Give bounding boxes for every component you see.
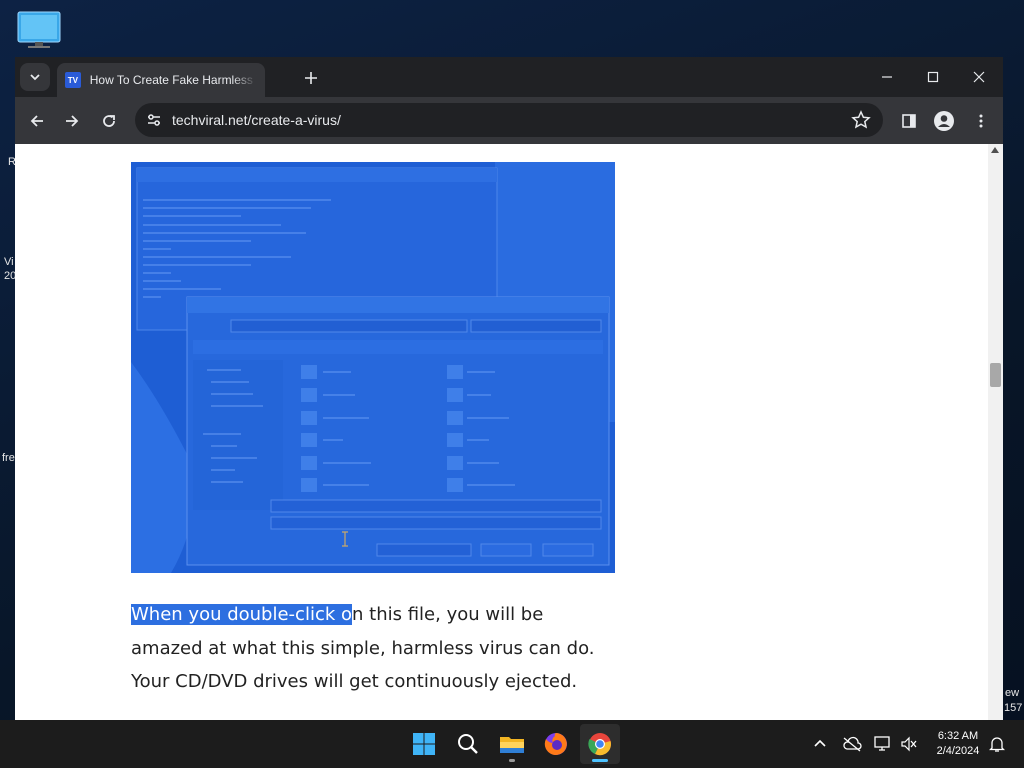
- page-scrollbar[interactable]: [988, 144, 1003, 720]
- network-icon: [874, 736, 890, 751]
- url-text: techviral.net/create-a-virus/: [172, 112, 341, 128]
- tab-search-button[interactable]: [20, 63, 50, 91]
- firefox-icon: [544, 733, 567, 755]
- minimize-icon: [882, 76, 892, 78]
- cloud-off-icon: [843, 736, 862, 752]
- onedrive-tray-button[interactable]: [842, 734, 862, 754]
- scroll-up-arrow-icon[interactable]: [991, 147, 999, 153]
- plus-icon: [305, 72, 317, 84]
- reload-button[interactable]: [95, 107, 123, 135]
- maximize-icon: [927, 71, 939, 83]
- close-icon: [973, 71, 985, 83]
- profile-button[interactable]: [930, 107, 958, 135]
- search-icon: [458, 734, 478, 754]
- article-screenshot-image: [131, 162, 615, 573]
- active-tab[interactable]: TV How To Create Fake Harmless V: [57, 63, 265, 97]
- article-paragraph: When you double-click on this file, you …: [131, 598, 601, 699]
- address-bar[interactable]: techviral.net/create-a-virus/: [135, 103, 883, 137]
- browser-window: TV How To Create Fake Harmless V techvir…: [15, 57, 1003, 720]
- chevron-down-icon: [30, 74, 40, 81]
- running-indicator: [509, 759, 515, 762]
- star-icon: [851, 110, 871, 129]
- notifications-button[interactable]: [987, 734, 1007, 754]
- clock-date: 2/4/2024: [936, 745, 980, 757]
- taskbar-chrome[interactable]: [580, 724, 620, 764]
- browser-menu-button[interactable]: [967, 107, 995, 135]
- desktop-label-fragment: Vi: [4, 256, 14, 268]
- this-pc-desktop-icon[interactable]: [16, 10, 62, 50]
- minimize-button[interactable]: [864, 63, 910, 91]
- site-favicon-icon: TV: [65, 72, 81, 88]
- volume-muted-icon: [901, 736, 917, 752]
- start-icon: [413, 733, 435, 755]
- avatar-icon: [934, 111, 954, 131]
- selected-text: When you double-click o: [131, 604, 353, 625]
- taskbar-firefox[interactable]: [536, 724, 576, 764]
- desktop-label-fragment: ew: [1005, 687, 1020, 699]
- side-panel-icon: [902, 114, 916, 128]
- reload-icon: [103, 115, 115, 127]
- clock-time: 6:32 AM: [937, 730, 979, 742]
- system-clock[interactable]: 6:32 AM 2/4/2024: [924, 729, 992, 759]
- arrow-right-icon: [66, 115, 79, 127]
- file-explorer-icon: [500, 737, 524, 753]
- web-page-content: When you double-click on this file, you …: [15, 144, 988, 720]
- show-hidden-icons-button[interactable]: [810, 734, 830, 754]
- forward-button[interactable]: [58, 107, 86, 135]
- arrow-left-icon: [30, 115, 43, 127]
- tab-strip: TV How To Create Fake Harmless V: [15, 57, 1003, 97]
- desktop-label-fragment: fre: [2, 452, 15, 464]
- close-button[interactable]: [956, 63, 1002, 91]
- chevron-up-icon: [814, 739, 826, 747]
- maximize-button[interactable]: [910, 63, 956, 91]
- network-tray-button[interactable]: [873, 734, 893, 754]
- bookmark-star-button[interactable]: [851, 110, 871, 130]
- side-panel-button[interactable]: [895, 107, 923, 135]
- chrome-icon: [588, 733, 611, 756]
- site-info-button[interactable]: [143, 109, 165, 131]
- bell-icon: [989, 737, 1005, 752]
- browser-toolbar: techviral.net/create-a-virus/: [15, 97, 1003, 144]
- scrollbar-thumb[interactable]: [990, 363, 1001, 387]
- back-button[interactable]: [23, 107, 51, 135]
- start-button[interactable]: [404, 724, 444, 764]
- taskbar: 6:32 AM 2/4/2024: [0, 720, 1024, 768]
- volume-tray-button[interactable]: [899, 734, 919, 754]
- taskbar-search-button[interactable]: [448, 724, 488, 764]
- more-vertical-icon: [979, 114, 983, 128]
- tab-title: How To Create Fake Harmless V: [89, 73, 257, 87]
- taskbar-file-explorer[interactable]: [492, 724, 532, 764]
- tune-icon: [148, 114, 160, 126]
- active-indicator: [592, 759, 608, 762]
- desktop-label-fragment: 157: [1004, 702, 1023, 714]
- new-tab-button[interactable]: [298, 65, 324, 91]
